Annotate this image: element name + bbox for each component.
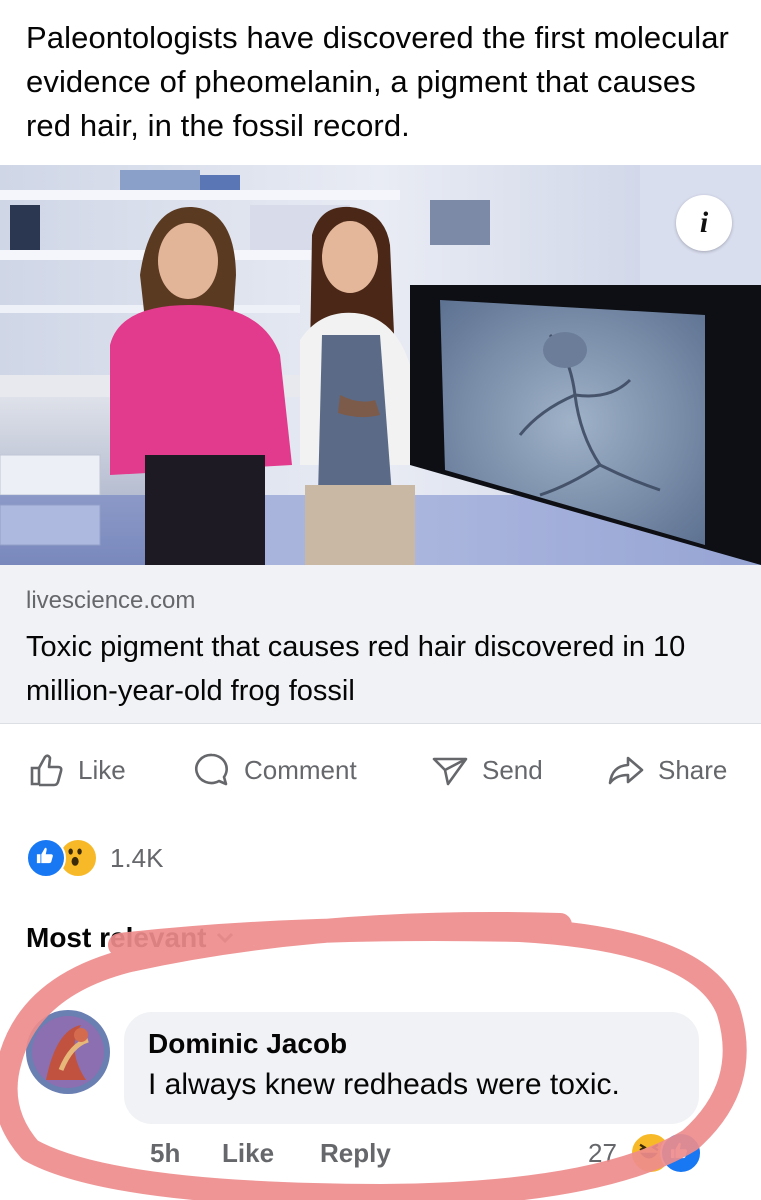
comment-text: I always knew redheads were toxic. (148, 1068, 620, 1101)
reaction-count: 1.4K (110, 842, 164, 873)
lab-photo (0, 165, 761, 565)
link-preview[interactable]: livescience.com Toxic pigment that cause… (0, 565, 761, 724)
comment-bubble[interactable]: Dominic Jacob I always knew redheads wer… (124, 1012, 699, 1124)
comment-like-button[interactable]: Like (222, 1138, 274, 1169)
link-title[interactable]: Toxic pigment that causes red hair disco… (26, 625, 736, 713)
link-domain: livescience.com (26, 587, 196, 614)
share-arrow-icon (608, 756, 644, 785)
avatar-image (26, 1010, 110, 1094)
like-button[interactable]: Like (26, 740, 126, 800)
share-label: Share (658, 754, 728, 785)
reaction-summary[interactable]: 1.4K (26, 838, 164, 878)
article-image[interactable] (0, 165, 761, 565)
comment-timestamp[interactable]: 5h (150, 1138, 180, 1169)
comment-button[interactable]: Comment (192, 740, 357, 800)
thumbs-up-icon (30, 754, 63, 787)
like-label: Like (78, 754, 126, 785)
like-reaction-icon (26, 838, 66, 878)
share-button[interactable]: Share (606, 740, 727, 800)
post-actions-bar: Like Comment Send Share (0, 740, 761, 800)
post-text: Paleontologists have discovered the firs… (26, 20, 729, 143)
send-button[interactable]: Send (430, 740, 543, 800)
avatar[interactable] (26, 1010, 110, 1094)
send-label: Send (482, 754, 543, 785)
comment-reply-button[interactable]: Reply (320, 1138, 391, 1169)
comment-label: Comment (244, 754, 357, 785)
comment-reaction-count[interactable]: 27 (588, 1138, 617, 1169)
chevron-down-icon (216, 932, 233, 944)
comment-bubble-icon (195, 753, 228, 786)
sort-label: Most relevant (26, 922, 207, 953)
comment-sort-dropdown[interactable]: Most relevant (26, 922, 235, 954)
send-icon (432, 757, 468, 786)
info-icon[interactable]: i (676, 195, 732, 251)
comment-like-reaction-icon (660, 1132, 702, 1174)
comment-author[interactable]: Dominic Jacob (148, 1028, 347, 1060)
